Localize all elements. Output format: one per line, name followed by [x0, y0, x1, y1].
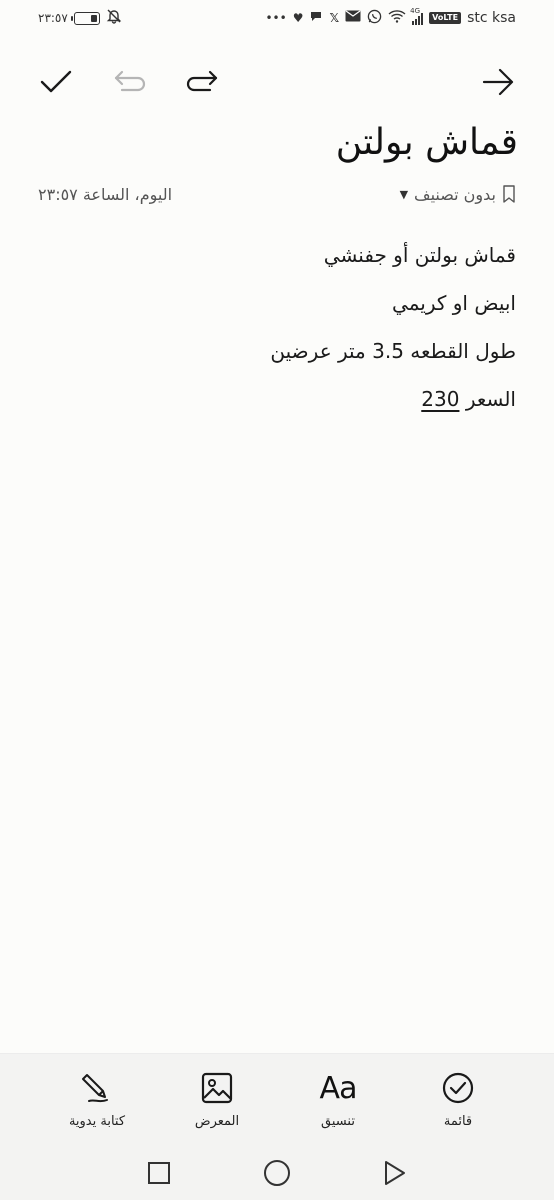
price-value[interactable]: 230 — [421, 387, 459, 411]
editor-toolbar — [0, 52, 554, 112]
undo-button[interactable] — [110, 62, 150, 102]
signal-icon: 4G — [410, 7, 424, 25]
more-icon: ••• — [265, 11, 287, 25]
image-icon — [201, 1072, 233, 1104]
note-timestamp: اليوم، الساعة ٢٣:٥٧ — [38, 184, 173, 204]
format-tool-label: تنسيق — [321, 1114, 355, 1129]
format-aa-icon: Aa — [319, 1070, 358, 1106]
status-bar: ٢٣:٥٧ ••• ♥ 𝕏 4G VoLTE stc ksa — [0, 0, 554, 36]
volte-badge: VoLTE — [429, 12, 462, 24]
checklist-icon — [442, 1072, 474, 1104]
triangle-back-icon — [385, 1161, 405, 1185]
mail-icon — [345, 10, 361, 26]
status-right: ••• ♥ 𝕏 4G VoLTE stc ksa — [265, 7, 516, 28]
x-icon: 𝕏 — [329, 11, 340, 25]
list-tool-label: قائمة — [443, 1114, 473, 1129]
recents-button[interactable] — [142, 1156, 176, 1190]
price-label: السعر — [465, 387, 516, 411]
note-line: طول القطعه 3.5 متر عرضين — [270, 339, 516, 363]
redo-icon — [186, 70, 218, 92]
dropdown-triangle-icon: ▼ — [399, 187, 409, 201]
note-line: ابيض او كريمي — [392, 291, 516, 315]
note-meta: بدون تصنيف ▼ اليوم، الساعة ٢٣:٥٧ — [38, 184, 516, 204]
square-icon — [148, 1162, 170, 1184]
note-title[interactable]: قماش بولتن — [36, 122, 518, 163]
arrow-right-icon — [482, 68, 514, 96]
whatsapp-icon — [367, 9, 382, 28]
carrier-name: stc ksa — [467, 10, 516, 26]
bottom-tools-panel: قائمة Aa تنسيق المعرض كتابة يدوية — [0, 1053, 554, 1200]
network-type: 4G — [410, 7, 421, 15]
check-icon — [40, 70, 72, 93]
gallery-tool-label: المعرض — [194, 1114, 240, 1129]
back-nav-button[interactable] — [377, 1156, 411, 1190]
handwriting-tool-label: كتابة يدوية — [68, 1114, 126, 1129]
gallery-tool-button[interactable]: المعرض — [162, 1068, 272, 1129]
system-nav-bar — [0, 1152, 554, 1192]
pen-icon — [82, 1074, 108, 1103]
battery-fill — [90, 14, 97, 22]
mute-icon — [106, 8, 122, 28]
note-body[interactable]: قماش بولتن أو جفنشي ابيض او كريمي طول ال… — [38, 236, 516, 428]
undo-icon — [114, 70, 146, 92]
status-time: ٢٣:٥٧ — [38, 11, 68, 25]
category-selector[interactable]: بدون تصنيف ▼ — [400, 184, 516, 204]
home-button[interactable] — [260, 1156, 294, 1190]
format-tool-button[interactable]: Aa تنسيق — [283, 1068, 393, 1130]
status-left: ٢٣:٥٧ — [38, 8, 122, 28]
circle-icon — [264, 1160, 290, 1186]
notes-editor-screen: ٢٣:٥٧ ••• ♥ 𝕏 4G VoLTE stc ksa قماش بولت… — [0, 0, 554, 1200]
note-line: قماش بولتن أو جفنشي — [323, 243, 516, 267]
bookmark-icon — [503, 185, 515, 203]
price-line: السعر 230 — [38, 380, 516, 428]
list-tool-button[interactable]: قائمة — [403, 1068, 513, 1129]
back-button[interactable] — [478, 62, 518, 102]
redo-button[interactable] — [182, 62, 222, 102]
category-label: بدون تصنيف — [414, 184, 496, 204]
save-button[interactable] — [36, 62, 76, 102]
heart-icon: ♥ — [292, 11, 304, 25]
wifi-icon — [388, 9, 406, 27]
battery-icon — [70, 11, 100, 25]
chat-icon — [309, 9, 323, 27]
handwriting-tool-button[interactable]: كتابة يدوية — [42, 1068, 152, 1129]
